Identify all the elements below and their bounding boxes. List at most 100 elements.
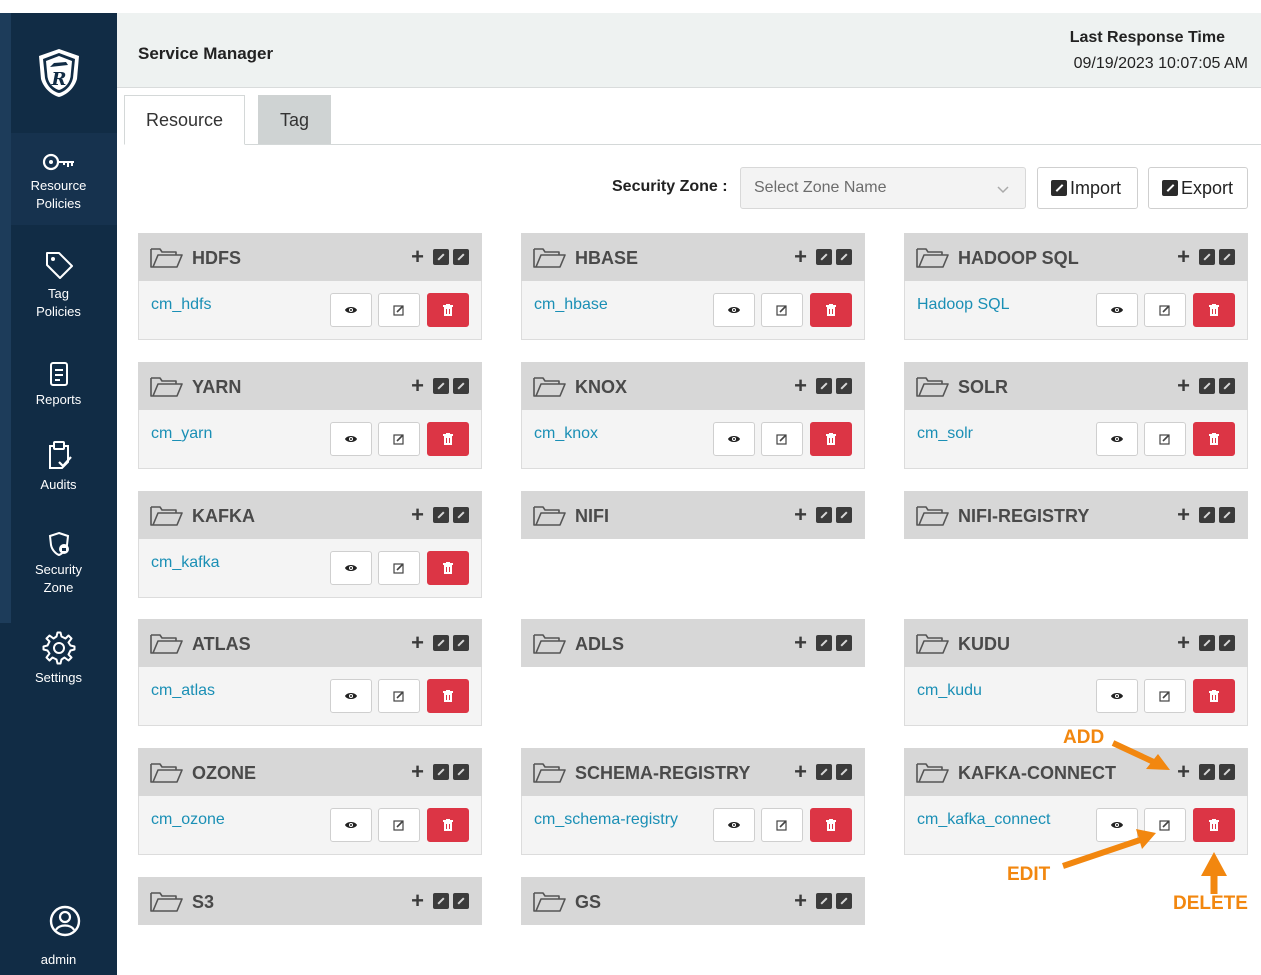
security-zone-select[interactable]: Select Zone Name	[740, 167, 1026, 209]
sidebar-item-audits[interactable]: Audits	[0, 440, 117, 520]
add-service-icon[interactable]: +	[1177, 375, 1190, 397]
service-link[interactable]: cm_yarn	[151, 425, 212, 443]
export-button[interactable]: Export	[1148, 167, 1248, 209]
add-service-icon[interactable]: +	[411, 761, 424, 783]
service-link[interactable]: cm_ozone	[151, 811, 225, 829]
view-service-button[interactable]	[330, 422, 372, 456]
view-service-button[interactable]	[1096, 422, 1138, 456]
add-service-icon[interactable]: +	[794, 632, 807, 654]
edit-service-button[interactable]	[1144, 808, 1186, 842]
edit-service-button[interactable]	[1144, 422, 1186, 456]
export-service-type-icon[interactable]	[453, 635, 469, 651]
export-service-type-icon[interactable]	[1219, 635, 1235, 651]
add-service-icon[interactable]: +	[411, 632, 424, 654]
export-service-type-icon[interactable]	[453, 764, 469, 780]
edit-service-type-icon[interactable]	[1199, 378, 1215, 394]
edit-service-button[interactable]	[761, 293, 803, 327]
edit-service-type-icon[interactable]	[1199, 635, 1215, 651]
edit-service-type-icon[interactable]	[1199, 764, 1215, 780]
edit-service-type-icon[interactable]	[816, 764, 832, 780]
export-service-type-icon[interactable]	[836, 764, 852, 780]
edit-service-button[interactable]	[761, 422, 803, 456]
service-link[interactable]: cm_knox	[534, 425, 598, 443]
delete-service-button[interactable]	[810, 808, 852, 842]
export-service-type-icon[interactable]	[836, 635, 852, 651]
view-service-button[interactable]	[713, 808, 755, 842]
edit-service-button[interactable]	[1144, 293, 1186, 327]
export-service-type-icon[interactable]	[1219, 764, 1235, 780]
edit-service-type-icon[interactable]	[1199, 507, 1215, 523]
export-service-type-icon[interactable]	[1219, 378, 1235, 394]
user-avatar-icon[interactable]	[48, 904, 82, 938]
edit-service-button[interactable]	[378, 679, 420, 713]
view-service-button[interactable]	[1096, 679, 1138, 713]
export-service-type-icon[interactable]	[453, 507, 469, 523]
delete-service-button[interactable]	[1193, 679, 1235, 713]
service-link[interactable]: cm_hbase	[534, 296, 608, 314]
edit-service-type-icon[interactable]	[433, 893, 449, 909]
view-service-button[interactable]	[330, 293, 372, 327]
edit-service-button[interactable]	[378, 422, 420, 456]
edit-service-button[interactable]	[761, 808, 803, 842]
view-service-button[interactable]	[330, 679, 372, 713]
edit-service-type-icon[interactable]	[433, 635, 449, 651]
view-service-button[interactable]	[1096, 808, 1138, 842]
export-service-type-icon[interactable]	[836, 378, 852, 394]
add-service-icon[interactable]: +	[794, 375, 807, 397]
add-service-icon[interactable]: +	[794, 246, 807, 268]
tab-resource[interactable]: Resource	[124, 95, 245, 145]
delete-service-button[interactable]	[1193, 422, 1235, 456]
edit-service-type-icon[interactable]	[433, 764, 449, 780]
edit-service-type-icon[interactable]	[816, 507, 832, 523]
sidebar-item-reports[interactable]: Reports	[0, 361, 117, 431]
service-link[interactable]: cm_kafka	[151, 554, 219, 572]
edit-service-type-icon[interactable]	[433, 378, 449, 394]
add-service-icon[interactable]: +	[411, 375, 424, 397]
edit-service-type-icon[interactable]	[816, 635, 832, 651]
export-service-type-icon[interactable]	[453, 893, 469, 909]
edit-service-button[interactable]	[378, 551, 420, 585]
edit-service-button[interactable]	[1144, 679, 1186, 713]
view-service-button[interactable]	[330, 551, 372, 585]
sidebar-item-tag-policies[interactable]: Tag Policies	[0, 249, 117, 339]
edit-service-type-icon[interactable]	[1199, 249, 1215, 265]
add-service-icon[interactable]: +	[794, 890, 807, 912]
delete-service-button[interactable]	[810, 293, 852, 327]
edit-service-type-icon[interactable]	[433, 507, 449, 523]
delete-service-button[interactable]	[1193, 808, 1235, 842]
service-link[interactable]: cm_kudu	[917, 682, 982, 700]
add-service-icon[interactable]: +	[794, 761, 807, 783]
view-service-button[interactable]	[713, 293, 755, 327]
import-button[interactable]: Import	[1037, 167, 1138, 209]
export-service-type-icon[interactable]	[1219, 249, 1235, 265]
service-link[interactable]: cm_schema-registry	[534, 811, 678, 829]
sidebar-item-security-zone[interactable]: Security Zone	[0, 531, 117, 619]
export-service-type-icon[interactable]	[1219, 507, 1235, 523]
edit-service-type-icon[interactable]	[816, 893, 832, 909]
add-service-icon[interactable]: +	[794, 504, 807, 526]
view-service-button[interactable]	[1096, 293, 1138, 327]
export-service-type-icon[interactable]	[836, 893, 852, 909]
edit-service-button[interactable]	[378, 293, 420, 327]
service-link[interactable]: cm_atlas	[151, 682, 215, 700]
add-service-icon[interactable]: +	[411, 890, 424, 912]
edit-service-type-icon[interactable]	[816, 378, 832, 394]
add-service-icon[interactable]: +	[411, 504, 424, 526]
delete-service-button[interactable]	[427, 808, 469, 842]
delete-service-button[interactable]	[427, 293, 469, 327]
user-name[interactable]: admin	[0, 952, 117, 967]
add-service-icon[interactable]: +	[1177, 246, 1190, 268]
ranger-logo[interactable]: R	[0, 13, 117, 133]
delete-service-button[interactable]	[810, 422, 852, 456]
service-link[interactable]: cm_kafka_connect	[917, 811, 1050, 829]
delete-service-button[interactable]	[427, 551, 469, 585]
tab-tag[interactable]: Tag	[258, 95, 331, 145]
service-link[interactable]: cm_solr	[917, 425, 973, 443]
sidebar-item-settings[interactable]: Settings	[0, 631, 117, 701]
view-service-button[interactable]	[713, 422, 755, 456]
service-link[interactable]: cm_hdfs	[151, 296, 211, 314]
view-service-button[interactable]	[330, 808, 372, 842]
export-service-type-icon[interactable]	[453, 378, 469, 394]
delete-service-button[interactable]	[1193, 293, 1235, 327]
export-service-type-icon[interactable]	[836, 249, 852, 265]
